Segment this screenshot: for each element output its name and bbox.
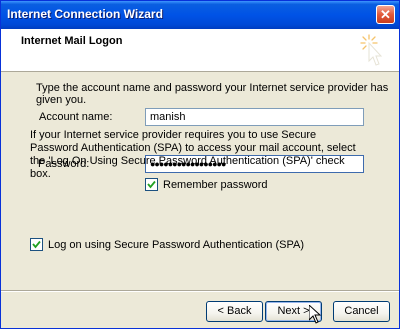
intro-text: Type the account name and password your … xyxy=(36,82,389,106)
checkmark-icon xyxy=(147,180,156,189)
wizard-wand-icon xyxy=(360,34,383,66)
cancel-button[interactable]: Cancel xyxy=(333,301,390,322)
account-name-input[interactable] xyxy=(145,108,364,126)
wizard-header: Internet Mail Logon xyxy=(1,29,399,72)
spa-info-text: If your Internet service provider requir… xyxy=(30,129,356,180)
spa-checkbox-label: Log on using Secure Password Authenticat… xyxy=(48,238,305,251)
footer-divider xyxy=(1,290,399,292)
checkmark-icon xyxy=(32,240,41,249)
close-icon: ✕ xyxy=(380,7,391,22)
wizard-window: Internet Connection Wizard ✕ Internet Ma… xyxy=(0,0,400,329)
window-title: Internet Connection Wizard xyxy=(7,7,163,21)
close-button[interactable]: ✕ xyxy=(376,5,395,24)
spa-checkbox-row[interactable]: Log on using Secure Password Authenticat… xyxy=(30,238,304,251)
page-title: Internet Mail Logon xyxy=(21,35,123,47)
spa-checkbox[interactable] xyxy=(30,238,43,251)
account-name-label: Account name: xyxy=(39,111,113,123)
mouse-pointer-icon xyxy=(309,305,321,324)
title-bar[interactable]: Internet Connection Wizard ✕ xyxy=(1,1,399,29)
back-button[interactable]: < Back xyxy=(206,301,263,322)
